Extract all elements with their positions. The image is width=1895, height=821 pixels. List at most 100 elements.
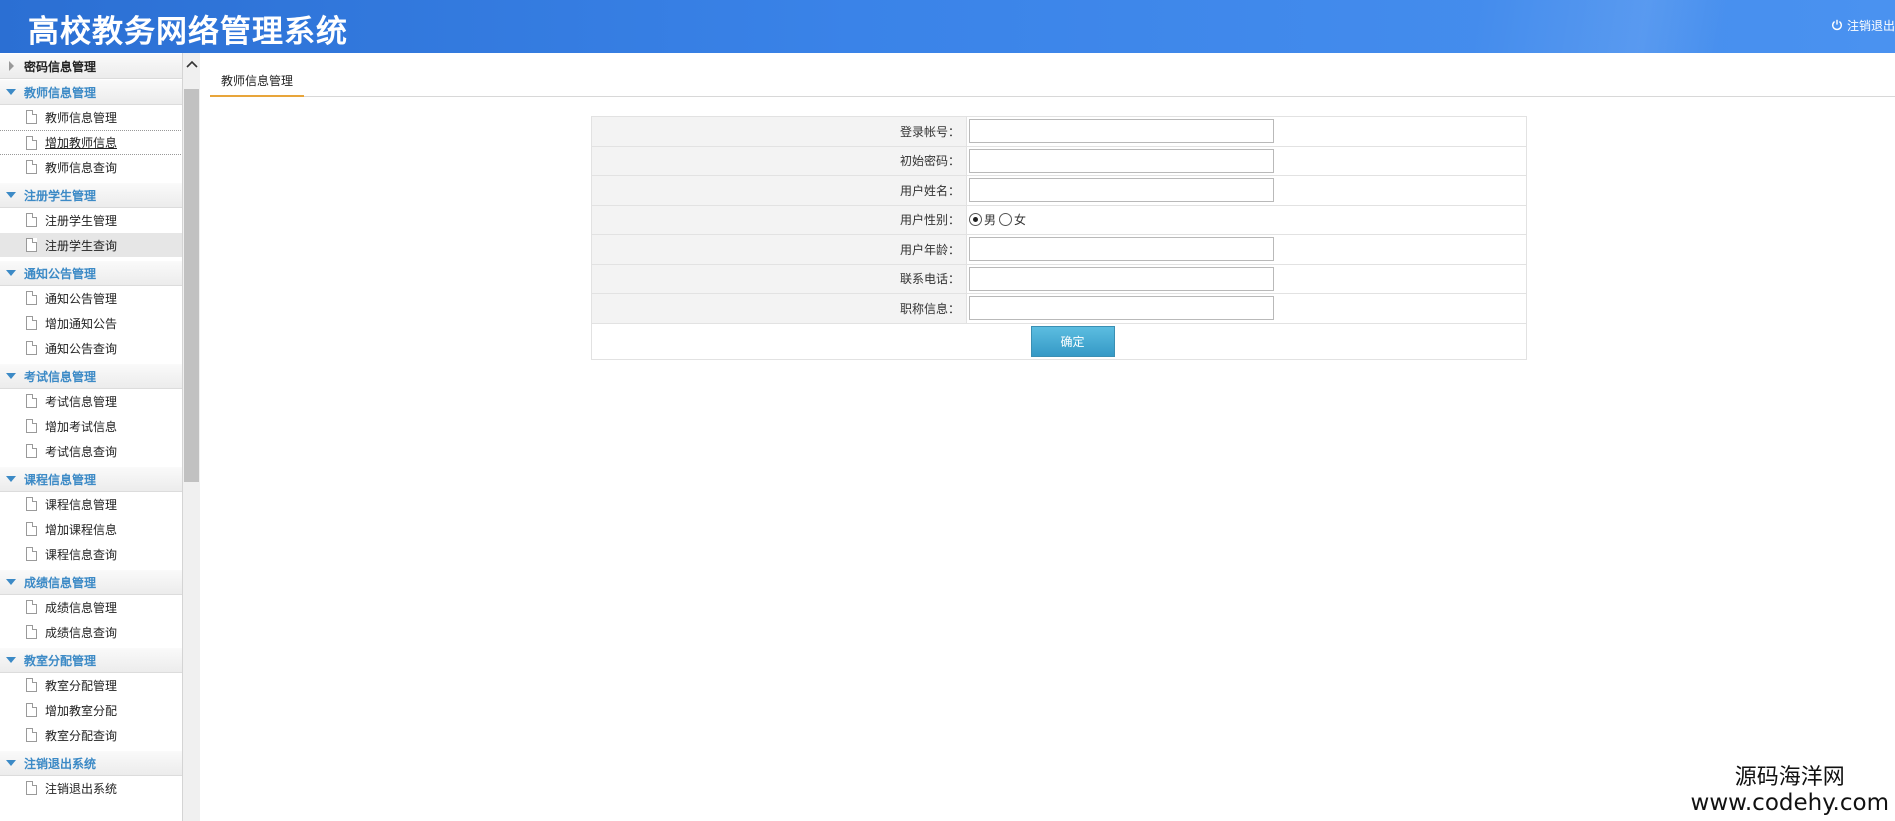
sidebar-item[interactable]: 增加考试信息 (0, 414, 182, 439)
sidebar-scrollbar[interactable] (183, 53, 200, 821)
caret-right-icon (9, 61, 14, 71)
sidebar-group-label: 通知公告管理 (24, 266, 97, 281)
caret-down-icon (6, 89, 16, 95)
sidebar-item[interactable]: 课程信息查询 (0, 542, 182, 567)
submit-button[interactable]: 确定 (1030, 325, 1115, 357)
sidebar-item-label: 增加考试信息 (45, 419, 118, 434)
document-icon (26, 547, 37, 561)
document-icon (26, 291, 37, 305)
radio-label: 男 (984, 213, 997, 228)
caret-down-icon (6, 579, 16, 585)
field-input-0[interactable] (969, 119, 1274, 144)
field-label: 用户性别： (591, 204, 967, 235)
sidebar-item[interactable]: 教师信息查询 (0, 155, 182, 180)
sidebar-item[interactable]: 考试信息管理 (0, 389, 182, 414)
teacher-form: 登录帐号： 初始密码： 用户姓名： 用户性别：男女用户年龄： 联系电话： 职称信息： 确定 (591, 116, 1527, 360)
field-label: 用户年龄： (591, 234, 967, 265)
tab-bar: 教师信息管理 (210, 66, 1895, 97)
sidebar-group-3[interactable]: 通知公告管理 (0, 260, 182, 286)
sidebar-item[interactable]: 注册学生管理 (0, 208, 182, 233)
scroll-thumb[interactable] (184, 89, 199, 482)
document-icon (26, 497, 37, 511)
field-input-4[interactable] (969, 237, 1274, 262)
power-icon (1832, 19, 1842, 31)
field-input-2[interactable] (969, 178, 1274, 203)
field-label: 登录帐号： (591, 116, 967, 147)
watermark: 源码海洋网 www.codehy.com (1691, 767, 1889, 815)
gender-radio-group: 男女 (969, 208, 1526, 232)
sidebar-group-0[interactable]: 密码信息管理 (0, 53, 182, 79)
sidebar-item-label: 增加课程信息 (45, 522, 118, 537)
caret-down-icon (6, 760, 16, 766)
document-icon (26, 316, 37, 330)
watermark-title: 源码海洋网 (1734, 765, 1845, 790)
radio-label: 女 (1014, 213, 1027, 228)
document-icon (26, 600, 37, 614)
sidebar-item-label: 增加教师信息 (45, 136, 118, 150)
scroll-up-button[interactable] (183, 53, 200, 75)
gender-radio-1[interactable] (999, 213, 1013, 227)
sidebar-item[interactable]: 成绩信息管理 (0, 595, 182, 620)
sidebar-item-label: 教师信息管理 (45, 110, 118, 125)
sidebar-group-7[interactable]: 教室分配管理 (0, 647, 182, 673)
caret-down-icon (6, 476, 16, 482)
sidebar-item-label: 注册学生查询 (45, 238, 118, 253)
sidebar-item[interactable]: 教室分配管理 (0, 673, 182, 698)
field-label: 用户姓名： (591, 175, 967, 206)
form-row: 联系电话： (591, 263, 1527, 294)
sidebar-item[interactable]: 增加通知公告 (0, 311, 182, 336)
sidebar-item[interactable]: 通知公告查询 (0, 336, 182, 361)
form-row: 用户姓名： (591, 175, 1527, 206)
sidebar-item-label: 注册学生管理 (45, 213, 118, 228)
sidebar-item-label: 通知公告查询 (45, 341, 118, 356)
document-icon (26, 703, 37, 717)
sidebar-group-6[interactable]: 成绩信息管理 (0, 569, 182, 595)
sidebar-item[interactable]: 考试信息查询 (0, 439, 182, 464)
document-icon (26, 444, 37, 458)
form-row: 职称信息： (591, 293, 1527, 324)
sidebar-item[interactable]: 注销退出系统 (0, 776, 182, 801)
field-input-5[interactable] (969, 266, 1274, 291)
caret-down-icon (6, 373, 16, 379)
sidebar-item[interactable]: 教室分配查询 (0, 723, 182, 748)
sidebar-group-2[interactable]: 注册学生管理 (0, 182, 182, 208)
sidebar-item-label: 教室分配管理 (45, 678, 118, 693)
sidebar-group-5[interactable]: 课程信息管理 (0, 466, 182, 492)
sidebar-group-label: 考试信息管理 (24, 369, 97, 384)
form-row: 初始密码： (591, 145, 1527, 176)
logout-link[interactable]: 注销退出 (1831, 15, 1895, 35)
sidebar-item[interactable]: 成绩信息查询 (0, 620, 182, 645)
sidebar-item-label: 增加通知公告 (45, 316, 118, 331)
gender-radio-0[interactable] (969, 213, 982, 227)
sidebar-item[interactable]: 教师信息管理 (0, 105, 182, 130)
sidebar-group-label: 课程信息管理 (24, 472, 97, 487)
sidebar-group-label: 注销退出系统 (24, 756, 97, 771)
sidebar-item[interactable]: 课程信息管理 (0, 492, 182, 517)
sidebar-group-1[interactable]: 教师信息管理 (0, 79, 182, 105)
tab-teacher-info[interactable]: 教师信息管理 (210, 66, 305, 97)
sidebar-item-label: 课程信息管理 (45, 497, 118, 512)
sidebar-item[interactable]: 增加课程信息 (0, 517, 182, 542)
field-input-6[interactable] (969, 296, 1274, 321)
sidebar-item-label: 课程信息查询 (45, 547, 118, 562)
document-icon (26, 341, 37, 355)
sidebar-group-8[interactable]: 注销退出系统 (0, 750, 182, 776)
sidebar-item[interactable]: 注册学生查询 (0, 233, 182, 258)
document-icon (26, 238, 37, 252)
sidebar-item[interactable]: 增加教室分配 (0, 698, 182, 723)
sidebar-item[interactable]: 增加教师信息 (0, 130, 182, 155)
sidebar-group-4[interactable]: 考试信息管理 (0, 363, 182, 389)
app-title: 高校教务网络管理系统 (28, 14, 348, 50)
sidebar-item-label: 成绩信息查询 (45, 625, 118, 640)
field-input-1[interactable] (969, 148, 1274, 173)
sidebar-group-label: 密码信息管理 (24, 59, 97, 74)
sidebar-item-label: 注销退出系统 (45, 781, 118, 796)
sidebar-group-label: 成绩信息管理 (24, 575, 97, 590)
field-label: 职称信息： (591, 293, 967, 324)
document-icon (26, 110, 37, 124)
sidebar-item[interactable]: 通知公告管理 (0, 286, 182, 311)
caret-down-icon (6, 657, 16, 663)
sidebar-item-label: 考试信息管理 (45, 394, 118, 409)
field-label: 初始密码： (591, 145, 967, 176)
document-icon (26, 394, 37, 408)
